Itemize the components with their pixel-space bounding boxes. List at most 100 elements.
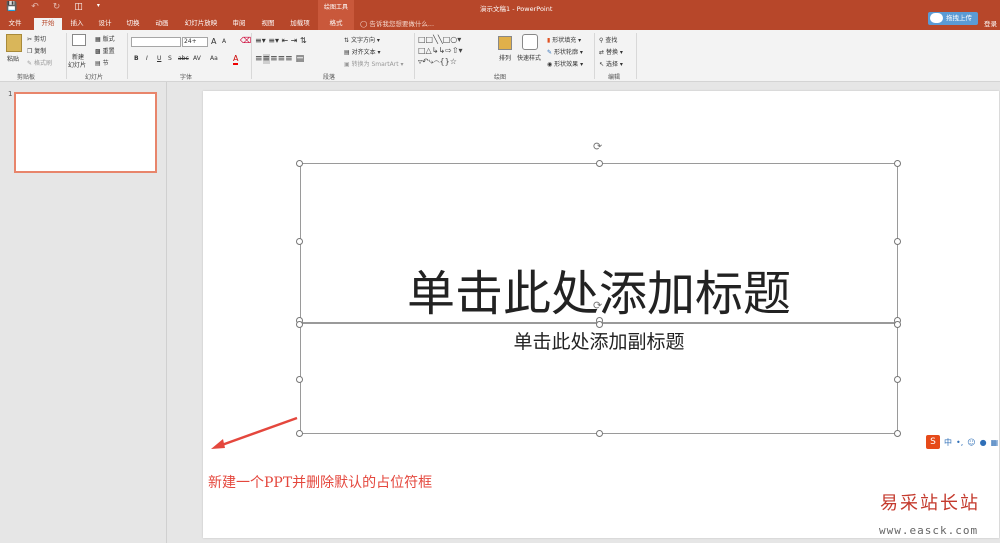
underline-button[interactable]: U xyxy=(157,55,161,62)
ribbon: 粘贴 ✂ 剪切 ❐ 复制 ✎ 格式刷 剪贴板 新建 幻灯片 ▦ 版式 ▩ 重置 … xyxy=(0,30,1000,82)
microphone-icon[interactable]: ● xyxy=(980,438,987,447)
keyboard-icon[interactable]: ▦ xyxy=(991,438,999,447)
quick-styles-icon[interactable] xyxy=(522,34,538,50)
bold-button[interactable]: B xyxy=(134,55,139,62)
resize-handle[interactable] xyxy=(894,160,901,167)
redo-icon[interactable]: ↻ xyxy=(53,2,61,12)
quick-styles-button[interactable]: 快速样式 xyxy=(517,53,541,62)
start-from-beginning-icon[interactable]: ◫ xyxy=(74,2,83,12)
tab-transitions[interactable]: 切换 xyxy=(122,18,144,30)
tab-slideshow[interactable]: 幻灯片放映 xyxy=(180,18,222,30)
replace-button[interactable]: ⇄ 替换 ▾ xyxy=(599,47,623,56)
grow-font-button[interactable]: A xyxy=(211,37,216,46)
title-placeholder-text[interactable]: 单击此处添加标题 xyxy=(300,254,898,324)
resize-handle[interactable] xyxy=(296,160,303,167)
layout-icon: ▦ xyxy=(95,36,103,43)
arrange-button[interactable]: 排列 xyxy=(499,53,511,62)
tab-format[interactable]: 格式 xyxy=(322,18,350,30)
subtitle-placeholder-text[interactable]: 单击此处添加副标题 xyxy=(300,327,898,354)
slide-thumbnail-panel: 1 xyxy=(0,82,167,543)
font-size-select[interactable]: 24+ xyxy=(182,37,208,47)
login-link[interactable]: 登录 xyxy=(984,18,997,28)
align-text-icon: ▤ xyxy=(344,49,352,56)
tab-insert[interactable]: 插入 xyxy=(66,18,88,30)
emoji-icon[interactable]: ☺ xyxy=(967,438,975,447)
resize-handle[interactable] xyxy=(894,238,901,245)
save-icon[interactable]: 💾 xyxy=(6,2,17,12)
change-case-button[interactable]: Aa xyxy=(210,55,218,62)
upload-button[interactable]: 拖拽上传 xyxy=(928,12,978,25)
new-slide-icon[interactable] xyxy=(72,34,86,46)
reset-button[interactable]: ▩ 重置 xyxy=(95,46,115,55)
customize-toolbar-icon[interactable]: ▾ xyxy=(97,2,100,12)
brush-icon: ✎ xyxy=(27,60,34,67)
resize-handle[interactable] xyxy=(596,430,603,437)
rotate-handle-icon[interactable]: ⟳ xyxy=(593,140,602,153)
smartart-button[interactable]: ▣ 转换为 SmartArt ▾ xyxy=(344,59,403,68)
punctuation-icon[interactable]: •, xyxy=(956,438,963,447)
tell-me-box[interactable]: ◯ 告诉我您想要做什么... xyxy=(360,18,434,28)
ribbon-tabs: 文件 开始 插入 设计 切换 动画 幻灯片放映 审阅 视图 加载项 格式 ◯ 告… xyxy=(0,17,1000,30)
editing-group-label: 编辑 xyxy=(608,74,621,81)
lightbulb-icon: ◯ xyxy=(360,20,368,28)
resize-handle[interactable] xyxy=(894,376,901,383)
tab-addins[interactable]: 加载项 xyxy=(286,18,314,30)
tell-me-text: 告诉我您想要做什么... xyxy=(369,20,435,28)
layout-button[interactable]: ▦ 版式 xyxy=(95,34,115,43)
paste-label[interactable]: 粘贴 xyxy=(7,54,19,63)
shape-fill-button[interactable]: ▮ 形状填充 ▾ xyxy=(547,35,581,44)
section-button[interactable]: ▤ 节 xyxy=(95,58,109,67)
slide-thumbnail[interactable] xyxy=(14,92,157,173)
shape-outline-button[interactable]: ✎ 形状轮廓 ▾ xyxy=(547,47,583,56)
resize-handle[interactable] xyxy=(296,238,303,245)
arrange-icon[interactable] xyxy=(498,36,512,50)
shadow-button[interactable]: S xyxy=(168,55,172,62)
clipboard-group-label: 剪贴板 xyxy=(17,74,36,81)
tab-review[interactable]: 审阅 xyxy=(228,18,250,30)
select-button[interactable]: ↖ 选择 ▾ xyxy=(599,59,623,68)
align-icons[interactable]: ≡≡≡≡≡ ▤ xyxy=(255,54,304,64)
tab-home[interactable]: 开始 xyxy=(34,18,62,30)
tab-view[interactable]: 视图 xyxy=(257,18,279,30)
bullets-icon[interactable]: ≡▾ ≡▾ ⇤ ⇥ ⇅ xyxy=(255,36,307,45)
pen-icon: ✎ xyxy=(547,49,554,56)
watermark-name: 易采站长站 xyxy=(880,493,980,514)
strikethrough-button[interactable]: abc xyxy=(178,55,189,62)
undo-icon[interactable]: ↶ xyxy=(31,2,39,12)
annotation-arrow-icon xyxy=(211,416,298,449)
drawing-group-label: 绘图 xyxy=(494,74,507,81)
shrink-font-button[interactable]: A xyxy=(222,38,226,45)
text-direction-button[interactable]: ⇅ 文字方向 ▾ xyxy=(344,35,380,44)
copy-button[interactable]: ❐ 复制 xyxy=(27,46,46,55)
tab-design[interactable]: 设计 xyxy=(94,18,116,30)
slides-group-label: 幻灯片 xyxy=(85,74,104,81)
cut-button[interactable]: ✂ 剪切 xyxy=(27,34,46,43)
tab-animations[interactable]: 动画 xyxy=(151,18,173,30)
context-tools-label: 绘图工具 xyxy=(318,0,354,17)
sogou-logo-icon: S xyxy=(926,435,940,449)
ime-toolbar[interactable]: S 中 •, ☺ ● ▦ xyxy=(926,433,1000,451)
resize-handle[interactable] xyxy=(296,376,303,383)
paragraph-group-label: 段落 xyxy=(323,74,336,81)
clear-format-icon[interactable]: ⌫ xyxy=(240,36,251,45)
char-spacing-button[interactable]: AV xyxy=(193,55,201,62)
tab-file[interactable]: 文件 xyxy=(4,18,26,30)
paste-icon[interactable] xyxy=(6,34,22,52)
font-color-button[interactable]: A xyxy=(233,54,239,65)
slide-number: 1 xyxy=(8,90,13,98)
section-icon: ▤ xyxy=(95,60,103,67)
align-text-button[interactable]: ▤ 对齐文本 ▾ xyxy=(344,47,381,56)
resize-handle[interactable] xyxy=(894,430,901,437)
find-button[interactable]: ⚲ 查找 xyxy=(599,35,617,44)
shape-effects-button[interactable]: ◉ 形状效果 ▾ xyxy=(547,59,583,68)
replace-icon: ⇄ xyxy=(599,49,606,56)
shapes-gallery[interactable]: □□╲╲□○▾ □△↳↳⇨⇧▾ ▿↶⤷⌒{}☆ xyxy=(418,34,463,67)
format-painter-button[interactable]: ✎ 格式刷 xyxy=(27,58,52,67)
new-slide-label-2[interactable]: 幻灯片 xyxy=(68,60,86,69)
italic-button[interactable]: I xyxy=(146,55,148,62)
resize-handle[interactable] xyxy=(596,160,603,167)
font-name-select[interactable] xyxy=(131,37,181,47)
scissors-icon: ✂ xyxy=(27,36,34,43)
upload-label: 拖拽上传 xyxy=(946,14,972,22)
ime-language[interactable]: 中 xyxy=(944,437,952,448)
